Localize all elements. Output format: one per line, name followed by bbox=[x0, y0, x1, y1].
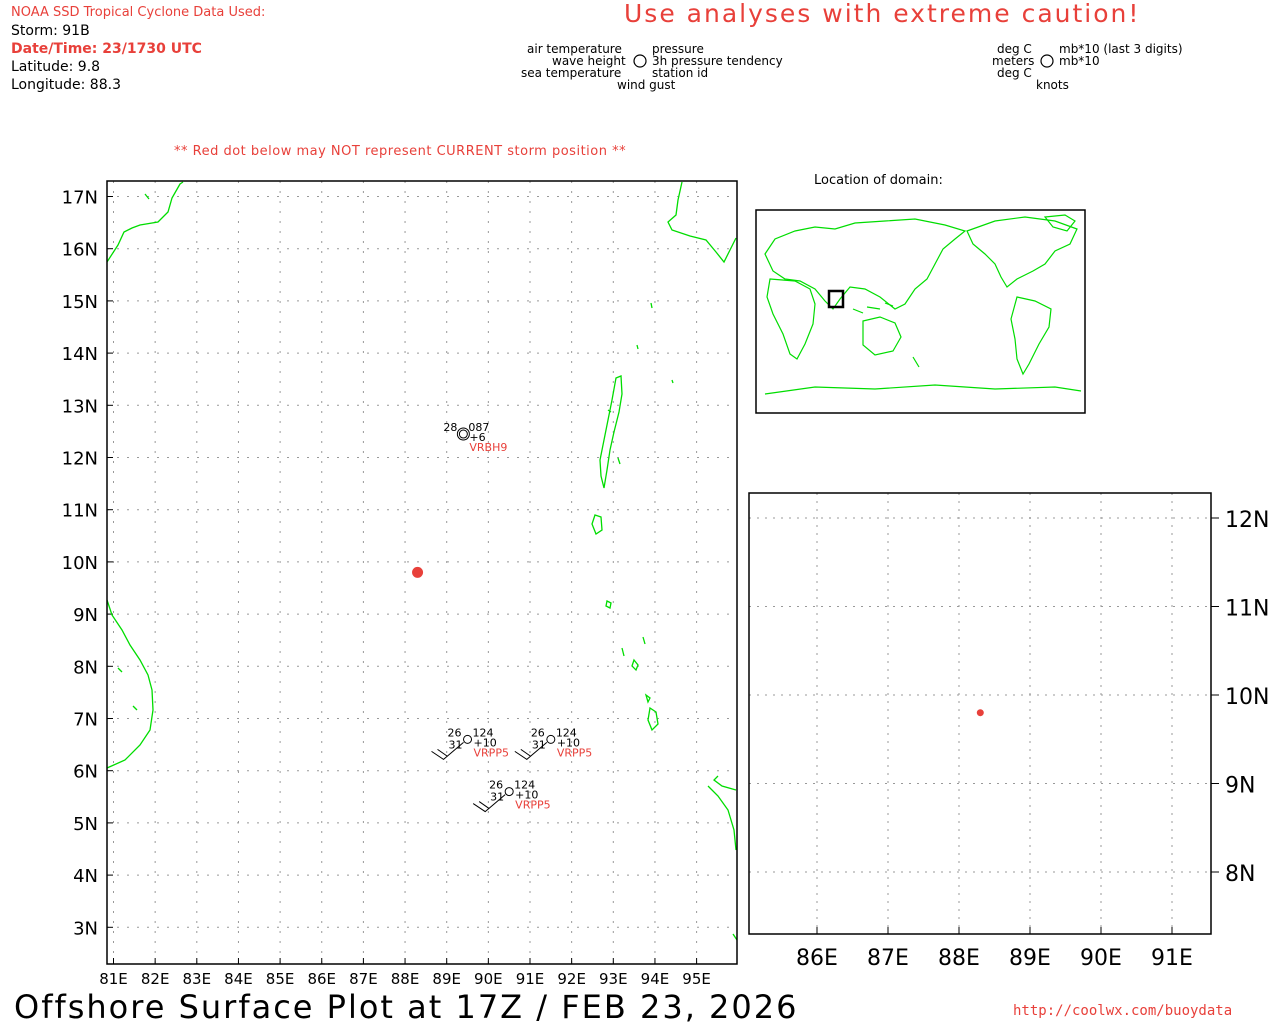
zoom-lon-label: 86E bbox=[796, 946, 838, 971]
zoom-lat-label: 9N bbox=[1225, 774, 1255, 799]
zoom-lat-label: 12N bbox=[1225, 508, 1269, 533]
zoom-storm-dot bbox=[976, 709, 984, 717]
zoom-lon-label: 87E bbox=[867, 946, 909, 971]
zoom-lon-label: 91E bbox=[1151, 946, 1193, 971]
zoom-lat-label: 11N bbox=[1225, 597, 1269, 622]
zoom-map[interactable]: 12N 11N 10N 9N 8N 86E 87E 88E 89E 90E 91E bbox=[0, 0, 1280, 1024]
zoom-lon-label: 89E bbox=[1009, 946, 1051, 971]
zoom-lat-label: 8N bbox=[1225, 862, 1255, 887]
plot-title: Offshore Surface Plot at 17Z / FEB 23, 2… bbox=[14, 988, 799, 1026]
zoom-grid bbox=[749, 493, 1219, 934]
zoom-longitude-labels: 86E 87E 88E 89E 90E 91E bbox=[796, 946, 1193, 971]
zoom-lat-label: 10N bbox=[1225, 685, 1269, 710]
zoom-latitude-labels: 12N 11N 10N 9N 8N bbox=[1225, 508, 1269, 887]
zoom-lon-label: 90E bbox=[1080, 946, 1122, 971]
zoom-storm-marker bbox=[976, 709, 984, 717]
source-link[interactable]: http://coolwx.com/buoydata bbox=[1013, 1003, 1232, 1019]
zoom-lon-label: 88E bbox=[938, 946, 980, 971]
